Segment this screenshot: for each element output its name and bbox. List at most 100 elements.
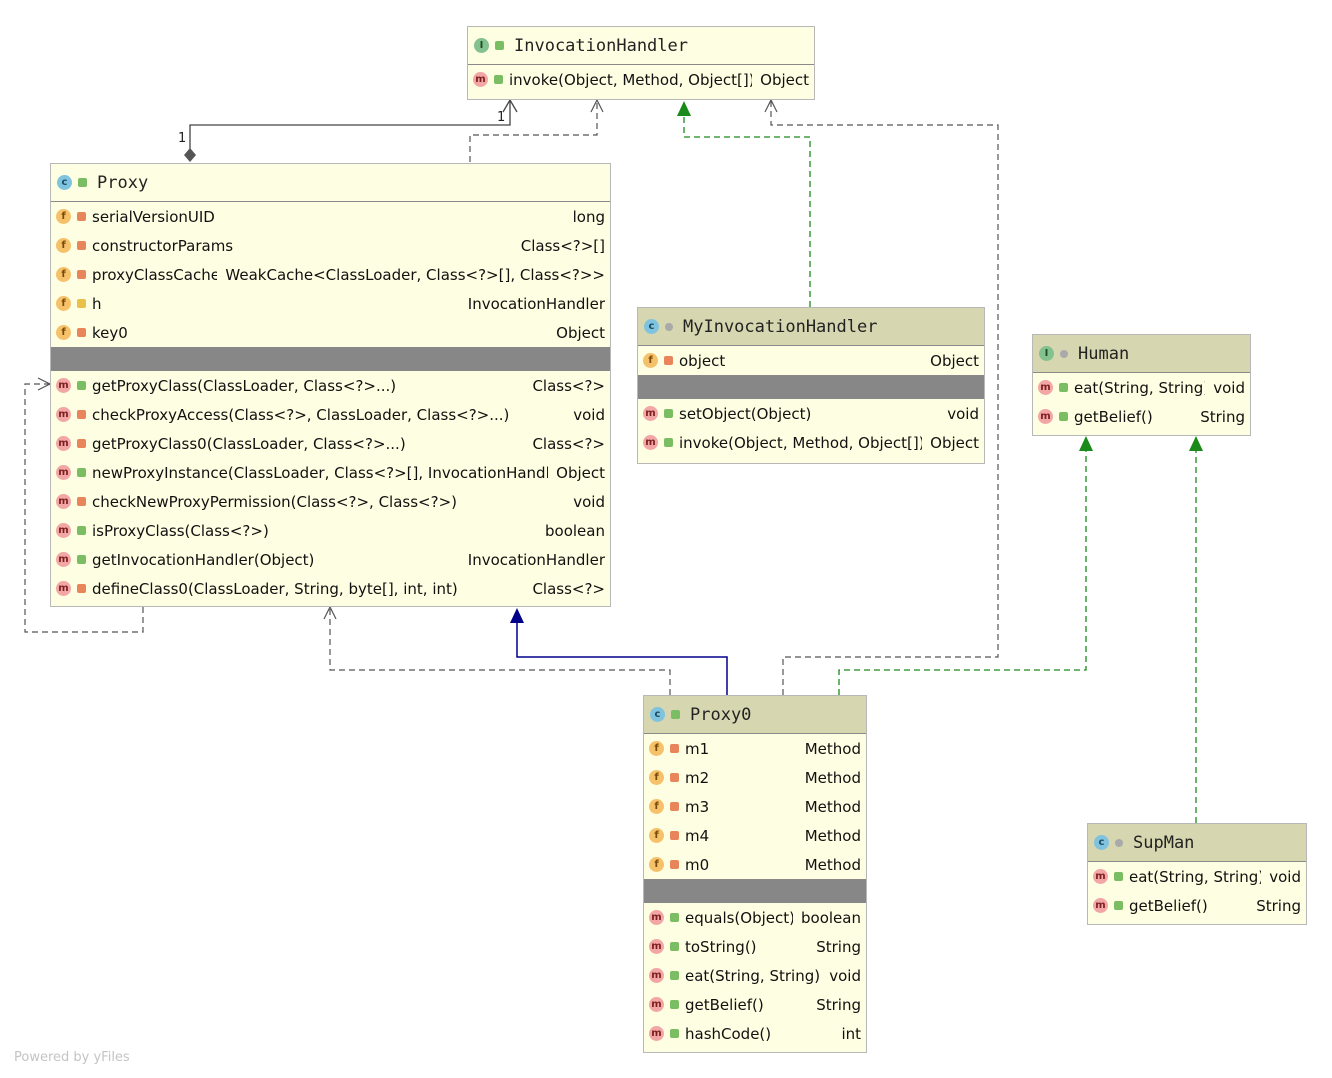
method-row[interactable]: m toString() String	[644, 932, 866, 961]
method-row[interactable]: m defineClass0(ClassLoader, String, byte[…	[51, 574, 610, 603]
field-list: f serialVersionUID long f constructorParams C…	[51, 202, 610, 347]
method-row[interactable]: m invoke(Object, Method, Object[]) Object	[638, 428, 984, 457]
method-list: m eat(String, String) void m getBelief() Stri…	[1033, 373, 1250, 431]
field-row[interactable]: f h InvocationHandler	[51, 289, 610, 318]
private-visibility-icon	[77, 328, 86, 337]
multiplicity-source: 1	[178, 131, 187, 146]
method-row[interactable]: m getBelief() String	[644, 990, 866, 1019]
member-name: toString()	[685, 937, 757, 956]
method-icon: m	[649, 1026, 664, 1041]
method-row[interactable]: m newProxyInstance(ClassLoader, Class<?>[…	[51, 458, 610, 487]
method-row[interactable]: m getInvocationHandler(Object) InvocationH…	[51, 545, 610, 574]
field-row[interactable]: f serialVersionUID long	[51, 202, 610, 231]
field-row[interactable]: f proxyClassCache WeakCache<ClassLoader, C…	[51, 260, 610, 289]
method-row[interactable]: m hashCode() int	[644, 1019, 866, 1048]
method-row[interactable]: m getBelief() String	[1088, 891, 1306, 920]
member-name: eat(String, String)	[685, 966, 821, 985]
method-icon: m	[643, 406, 658, 421]
public-visibility-icon	[77, 381, 86, 390]
node-my-invocation-handler[interactable]: c MyInvocationHandler f object Object m set…	[637, 307, 985, 464]
field-list: f m1 Method f m2 Method f m3 Method f m4 Method f m0 M…	[644, 734, 866, 879]
field-row[interactable]: f constructorParams Class<?>[]	[51, 231, 610, 260]
field-row[interactable]: f m4 Method	[644, 821, 866, 850]
public-visibility-icon	[670, 971, 679, 980]
node-human[interactable]: I Human m eat(String, String) void m getBeli…	[1032, 334, 1251, 436]
member-type: String	[1200, 407, 1245, 426]
field-row[interactable]: f key0 Object	[51, 318, 610, 347]
method-row[interactable]: m eat(String, String) void	[1088, 862, 1306, 891]
node-header: I Human	[1033, 335, 1250, 373]
method-row[interactable]: m checkProxyAccess(Class<?>, ClassLoader,…	[51, 400, 610, 429]
field-row[interactable]: f m2 Method	[644, 763, 866, 792]
node-title: Proxy	[97, 172, 149, 193]
node-supman[interactable]: c SupMan m eat(String, String) void m getBel…	[1087, 823, 1307, 925]
member-name: equals(Object)	[685, 908, 794, 927]
node-title: MyInvocationHandler	[683, 316, 878, 337]
method-row[interactable]: m isProxyClass(Class<?>) boolean	[51, 516, 610, 545]
method-row[interactable]: m invoke(Object, Method, Object[]) Object	[468, 65, 814, 94]
method-icon: m	[1093, 898, 1108, 913]
node-title: Human	[1078, 343, 1130, 364]
node-proxy0[interactable]: c Proxy0 f m1 Method f m2 Method f m3 Method f m4 M…	[643, 695, 867, 1053]
member-type: void	[829, 966, 861, 985]
edge-proxy-h-composition	[184, 98, 518, 162]
field-row[interactable]: f object Object	[638, 346, 984, 375]
member-type: Object	[760, 70, 809, 89]
member-name: defineClass0(ClassLoader, String, byte[]…	[92, 579, 458, 598]
member-name: h	[92, 294, 102, 313]
method-row[interactable]: m equals(Object) boolean	[644, 903, 866, 932]
member-name: m4	[685, 826, 710, 845]
edge-proxy0-proxy-dependency	[323, 605, 671, 695]
edge-myinvocationhandler-realization	[677, 101, 811, 307]
edge-proxy0-implements-human	[838, 436, 1093, 695]
member-type: Method	[804, 768, 861, 787]
member-type: void	[1213, 378, 1245, 397]
node-header: c SupMan	[1088, 824, 1306, 862]
public-visibility-icon	[1114, 901, 1123, 910]
method-row[interactable]: m setObject(Object) void	[638, 399, 984, 428]
method-row[interactable]: m checkNewProxyPermission(Class<?>, Class…	[51, 487, 610, 516]
field-row[interactable]: f m3 Method	[644, 792, 866, 821]
member-name: m1	[685, 739, 710, 758]
member-type: Object	[556, 463, 605, 482]
powered-by-footer: Powered by yFiles	[14, 1050, 130, 1065]
private-visibility-icon	[670, 802, 679, 811]
public-visibility-icon	[1114, 872, 1123, 881]
member-type: Class<?>	[532, 434, 605, 453]
member-name: getInvocationHandler(Object)	[92, 550, 315, 569]
public-visibility-icon	[670, 1029, 679, 1038]
node-header: I InvocationHandler	[468, 27, 814, 65]
node-proxy[interactable]: c Proxy f serialVersionUID long f constructo…	[50, 163, 611, 607]
private-visibility-icon	[77, 410, 86, 419]
method-icon: m	[56, 552, 71, 567]
field-icon: f	[649, 828, 664, 843]
method-row[interactable]: m eat(String, String) void	[644, 961, 866, 990]
public-visibility-icon	[670, 942, 679, 951]
method-row[interactable]: m getProxyClass0(ClassLoader, Class<?>...…	[51, 429, 610, 458]
public-visibility-icon	[77, 526, 86, 535]
package-visibility-icon	[1115, 838, 1123, 847]
public-visibility-icon	[77, 555, 86, 564]
method-icon: m	[56, 436, 71, 451]
class-icon: c	[1094, 835, 1109, 850]
method-row[interactable]: m getBelief() String	[1033, 402, 1250, 431]
edge-proxy-invocationhandler-dependency	[469, 98, 604, 162]
member-type: int	[841, 1024, 861, 1043]
node-invocation-handler[interactable]: I InvocationHandler m invoke(Object, Meth…	[467, 26, 815, 100]
private-visibility-icon	[77, 270, 86, 279]
method-row[interactable]: m eat(String, String) void	[1033, 373, 1250, 402]
public-visibility-icon	[1059, 412, 1068, 421]
member-type: void	[573, 405, 605, 424]
method-row[interactable]: m getProxyClass(ClassLoader, Class<?>...)…	[51, 371, 610, 400]
member-type: boolean	[545, 521, 605, 540]
member-name: m0	[685, 855, 710, 874]
field-row[interactable]: f m0 Method	[644, 850, 866, 879]
field-row[interactable]: f m1 Method	[644, 734, 866, 763]
section-divider	[51, 347, 610, 371]
class-icon: c	[644, 319, 659, 334]
field-list: f object Object	[638, 346, 984, 375]
multiplicity-target: 1	[497, 110, 506, 125]
member-type: String	[816, 995, 861, 1014]
member-name: m2	[685, 768, 710, 787]
member-type: Method	[804, 826, 861, 845]
